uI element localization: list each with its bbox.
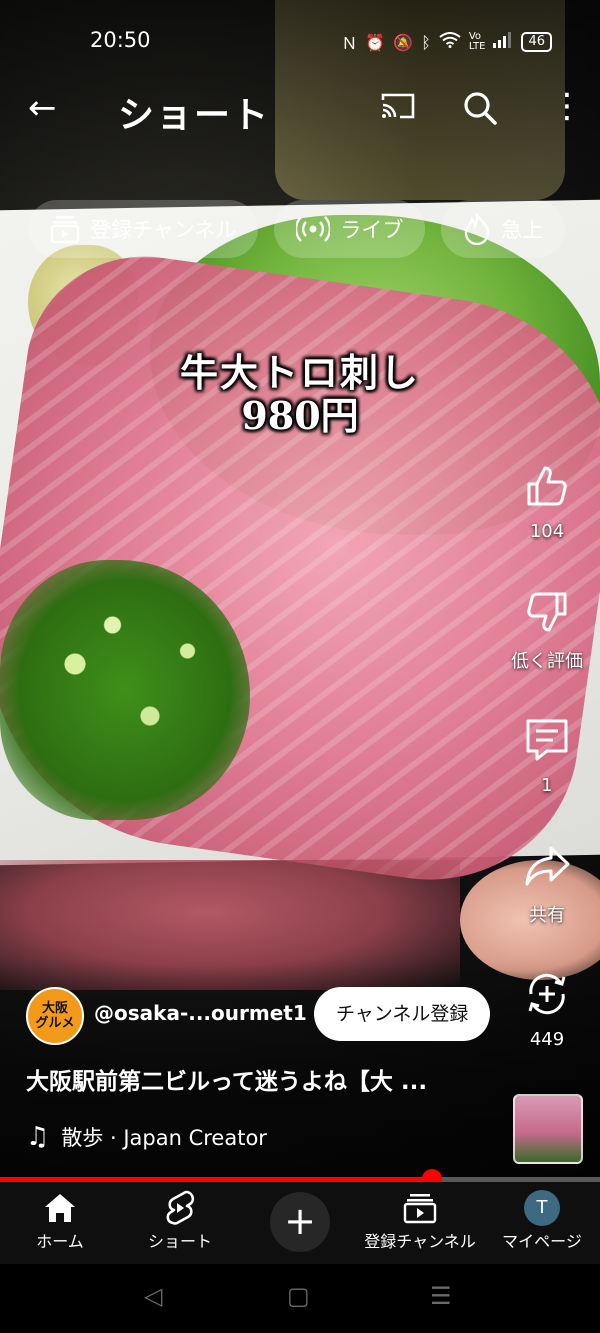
mute-icon: 🔕 bbox=[393, 32, 414, 52]
subscribe-button[interactable]: チャンネル登録 bbox=[314, 987, 491, 1041]
chip-trending[interactable]: 急上 bbox=[441, 200, 566, 258]
status-time: 20:50 bbox=[90, 28, 151, 52]
comment-button[interactable]: 1 bbox=[507, 716, 587, 796]
alarm-icon: ⏰ bbox=[365, 32, 386, 52]
nfc-icon: Ｎ bbox=[341, 34, 358, 53]
home-icon bbox=[45, 1194, 75, 1222]
like-count: 104 bbox=[529, 521, 565, 542]
chip-label: 急上 bbox=[501, 218, 544, 242]
nav-home-label: ホーム bbox=[36, 1232, 84, 1251]
status-bar: 20:50 Ｎ ⏰ 🔕 ᛒ Vo LTE 46 bbox=[0, 0, 600, 80]
arrow-left-icon[interactable]: ← bbox=[28, 88, 57, 128]
chip-label: ライブ bbox=[340, 218, 404, 242]
music-row[interactable]: ♫ 散歩 · Japan Creator bbox=[26, 1122, 267, 1152]
account-avatar: T bbox=[524, 1190, 560, 1226]
thumbs-down-icon bbox=[527, 592, 567, 632]
nav-subscriptions-label: 登録チャンネル bbox=[364, 1232, 476, 1251]
cast-icon[interactable] bbox=[380, 92, 416, 120]
status-icons: Ｎ ⏰ 🔕 ᛒ Vo LTE 46 bbox=[341, 30, 552, 54]
remix-icon bbox=[528, 973, 566, 1015]
video-title[interactable]: 大阪駅前第二ビルって迷うよね【大 ... bbox=[26, 1062, 427, 1096]
like-button[interactable]: 104 bbox=[507, 462, 587, 542]
channel-avatar-text: 大阪 グルメ bbox=[35, 1001, 75, 1031]
share-icon bbox=[525, 846, 570, 886]
chip-label: 登録チャンネル bbox=[90, 218, 237, 242]
nav-home[interactable]: ホーム bbox=[22, 1188, 98, 1252]
live-icon bbox=[296, 216, 331, 242]
share-button[interactable]: 共有 bbox=[507, 842, 587, 927]
nav-mypage-label: マイページ bbox=[502, 1232, 582, 1251]
nav-subscriptions[interactable]: 登録チャンネル bbox=[358, 1188, 482, 1252]
system-recents-icon[interactable]: ☰ bbox=[430, 1282, 452, 1310]
remix-count: 449 bbox=[529, 1029, 565, 1050]
app-bar: ← ショート ⋮ bbox=[0, 80, 600, 136]
filter-chips: 登録チャンネル ライブ 急上 bbox=[28, 200, 600, 260]
system-home-icon[interactable]: ▢ bbox=[287, 1282, 310, 1310]
channel-handle[interactable]: @osaka-...ourmet1 bbox=[94, 1001, 307, 1025]
comment-count: 1 bbox=[541, 775, 553, 796]
music-label: 散歩 · Japan Creator bbox=[61, 1126, 267, 1150]
plus-icon: + bbox=[284, 1199, 316, 1243]
chip-live[interactable]: ライブ bbox=[274, 200, 426, 258]
more-vert-icon[interactable]: ⋮ bbox=[550, 86, 584, 126]
trending-flame-icon bbox=[465, 213, 490, 245]
bluetooth-icon: ᛒ bbox=[421, 32, 431, 52]
nav-shorts[interactable]: ショート bbox=[138, 1188, 222, 1252]
thumbs-up-icon bbox=[527, 466, 567, 506]
wifi-icon bbox=[439, 32, 461, 52]
nav-mypage[interactable]: T マイページ bbox=[496, 1188, 588, 1252]
chip-subscriptions[interactable]: 登録チャンネル bbox=[28, 200, 259, 258]
subscriptions-icon bbox=[50, 216, 80, 244]
shorts-icon bbox=[166, 1190, 195, 1225]
subscriptions-icon bbox=[403, 1194, 437, 1224]
bottom-navigation: ホーム ショート + 登録チャンネル T マイページ bbox=[0, 1182, 600, 1264]
dislike-button[interactable]: 低く評価 bbox=[507, 588, 587, 673]
channel-row: 大阪 グルメ @osaka-...ourmet1 チャンネル登録 bbox=[26, 985, 506, 1045]
page-title: ショート bbox=[118, 95, 271, 136]
sound-thumbnail[interactable] bbox=[513, 1094, 583, 1164]
signal-icon bbox=[493, 32, 513, 52]
system-back-icon[interactable]: ◁ bbox=[144, 1282, 162, 1310]
music-note-icon: ♫ bbox=[26, 1122, 50, 1152]
volte-icon: Vo LTE bbox=[468, 31, 486, 52]
share-label: 共有 bbox=[529, 905, 565, 926]
dislike-label: 低く評価 bbox=[511, 651, 583, 672]
battery-icon: 46 bbox=[521, 32, 552, 52]
remix-button[interactable]: 449 bbox=[507, 970, 587, 1050]
nav-shorts-label: ショート bbox=[147, 1232, 212, 1251]
comment-icon bbox=[526, 719, 568, 761]
video-caption-line2: 980円 bbox=[241, 393, 359, 438]
create-button[interactable]: + bbox=[270, 1192, 330, 1252]
system-navigation-bar: ◁ ▢ ☰ bbox=[0, 1264, 600, 1333]
search-icon[interactable] bbox=[462, 90, 498, 126]
channel-avatar[interactable]: 大阪 グルメ bbox=[26, 987, 84, 1045]
